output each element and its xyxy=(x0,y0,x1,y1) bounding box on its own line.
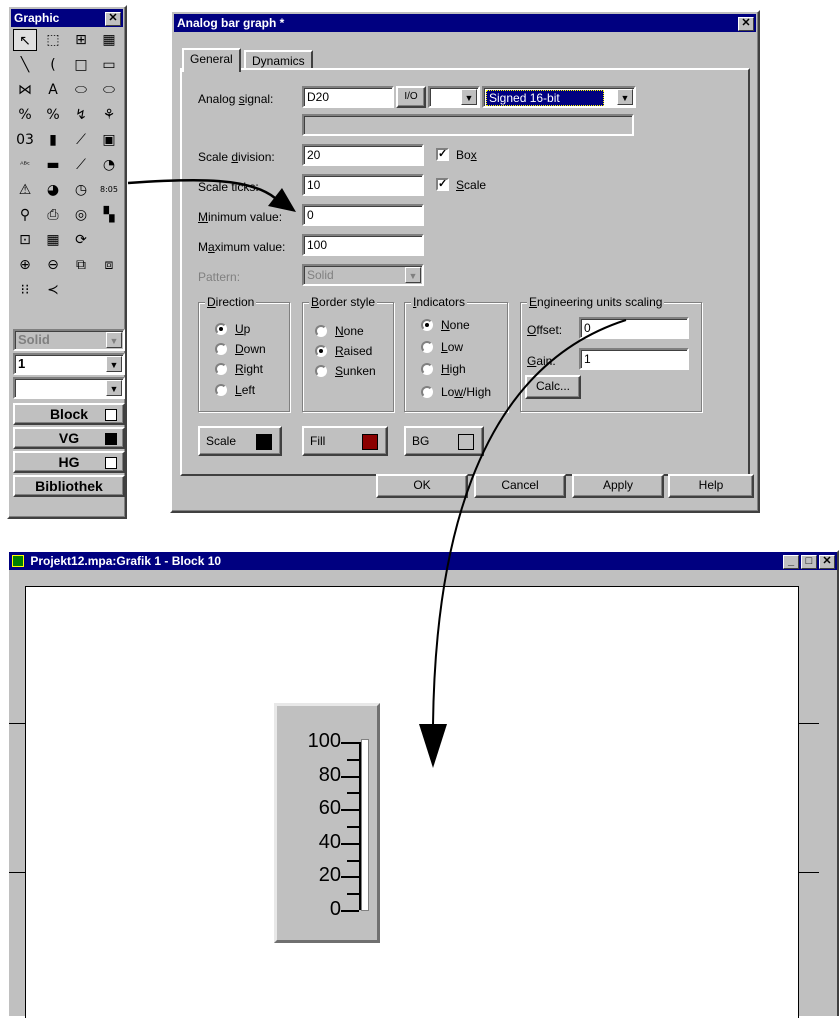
tab-general[interactable]: General xyxy=(182,48,241,72)
arrow-to-minimum-value xyxy=(127,178,276,199)
arrow-to-bar-graph xyxy=(432,319,627,726)
tab-general-label: General xyxy=(190,52,233,66)
arrow-head-icon xyxy=(268,188,296,212)
arrow-head-icon xyxy=(419,724,447,768)
annotation-arrows xyxy=(127,178,627,768)
